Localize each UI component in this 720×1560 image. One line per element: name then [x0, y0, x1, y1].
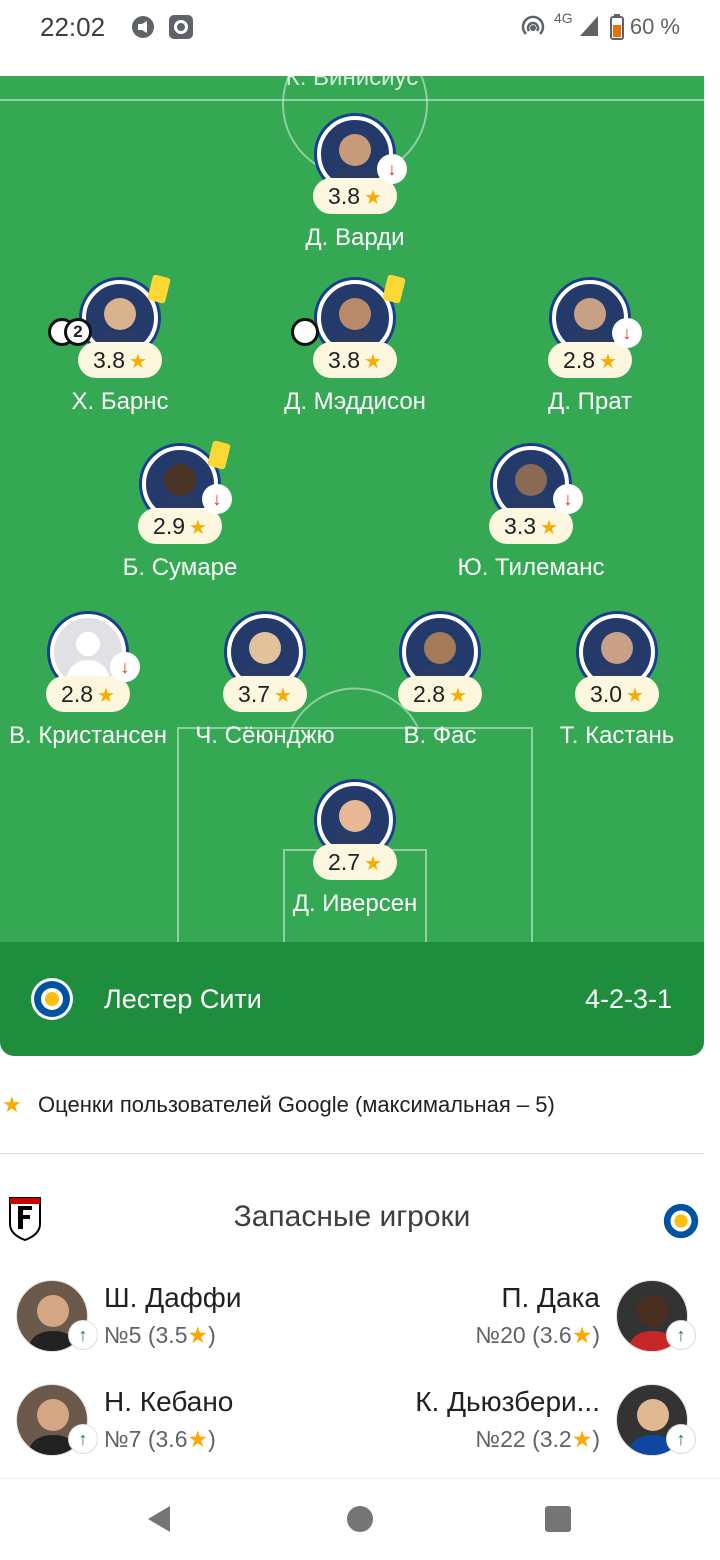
- substitute-item[interactable]: ↑ П. Дака №20 (3.6★): [352, 1280, 704, 1360]
- substituted-off-icon: ↓: [377, 154, 407, 184]
- substituted-off-icon: ↓: [612, 318, 642, 348]
- player-name: Д. Иверсен: [292, 890, 418, 917]
- back-icon[interactable]: [144, 1503, 176, 1540]
- goals-count-badge: 2: [64, 318, 92, 346]
- leicester-crest-icon: [660, 1200, 702, 1247]
- substituted-on-icon: ↑: [666, 1320, 696, 1350]
- formation: 4-2-3-1: [584, 984, 672, 1014]
- substitute-name: Ш. Даффи: [104, 1282, 242, 1313]
- substitute-item[interactable]: ↑ К. Дьюзбери... №22 (3.2★): [352, 1384, 704, 1464]
- player-name: Ю. Тилеманс: [457, 554, 605, 581]
- notification-icon: [130, 14, 156, 45]
- player-rating: 3.3 ★: [489, 508, 573, 544]
- player-name: Х. Барнс: [71, 388, 169, 415]
- substitute-name: К. Дьюзбери...: [415, 1386, 600, 1417]
- star-icon: ★: [540, 517, 558, 539]
- star-icon: ★: [599, 351, 617, 373]
- star-icon: ★: [2, 1092, 22, 1117]
- clock: 22:02: [40, 12, 106, 42]
- player-name: Д. Мэддисон: [284, 388, 426, 415]
- substituted-on-icon: ↑: [666, 1424, 696, 1454]
- player-rating: 2.8 ★: [548, 342, 632, 378]
- substituted-off-icon: ↓: [202, 484, 232, 514]
- team-name: Лестер Сити: [104, 984, 262, 1014]
- star-icon: ★: [626, 685, 644, 707]
- player-rating: 2.9 ★: [138, 508, 222, 544]
- signal-icon: [578, 14, 600, 43]
- substitute-item[interactable]: ↑ Н. Кебано №7 (3.6★): [0, 1384, 352, 1464]
- player-name: Б. Сумаре: [122, 554, 238, 581]
- hotspot-icon: [520, 14, 546, 45]
- home-icon[interactable]: [346, 1505, 374, 1538]
- substituted-on-icon: ↑: [68, 1320, 98, 1350]
- partial-player-label: К. Винисиус: [285, 76, 419, 91]
- player-rating: 2.7 ★: [313, 844, 397, 880]
- substitute-item[interactable]: ↑ Ш. Даффи №5 (3.5★): [0, 1280, 352, 1360]
- rating-legend: ★ Оценки пользователей Google (максималь…: [0, 1090, 720, 1124]
- player-rating: 2.8 ★: [398, 676, 482, 712]
- player-name: Т. Кастань: [559, 722, 675, 749]
- substituted-off-icon: ↓: [553, 484, 583, 514]
- recents-icon[interactable]: [544, 1505, 572, 1538]
- star-icon: ★: [449, 685, 467, 707]
- substitute-number-rating: №22 (3.2★): [475, 1426, 600, 1452]
- player-rating: 3.7 ★: [223, 676, 307, 712]
- substituted-off-icon: ↓: [110, 652, 140, 682]
- star-icon: ★: [364, 187, 382, 209]
- player-rating: 3.8 ★: [313, 178, 397, 214]
- star-icon: ★: [364, 351, 382, 373]
- pitch: К. Винисиус 3.8 ★ Д. Варди ↓ 3.8 ★ Х. Барнс…: [0, 76, 704, 942]
- star-icon: ★: [97, 685, 115, 707]
- legend-text: Оценки пользователей Google (максимальна…: [38, 1092, 555, 1117]
- battery-icon: [610, 14, 624, 45]
- team-bar[interactable]: Лестер Сити 4-2-3-1: [0, 942, 704, 1056]
- player-name: Д. Варди: [305, 224, 405, 251]
- star-icon: ★: [364, 853, 382, 875]
- star-icon: ★: [129, 351, 147, 373]
- substitute-number-rating: №5 (3.5★): [104, 1322, 216, 1348]
- player-rating: 2.8 ★: [46, 676, 130, 712]
- star-icon: ★: [274, 685, 292, 707]
- battery-level: 60 %: [629, 14, 680, 39]
- substitute-number-rating: №7 (3.6★): [104, 1426, 216, 1452]
- substituted-on-icon: ↑: [68, 1424, 98, 1454]
- player-rating: 3.8 ★: [78, 342, 162, 378]
- substitute-number-rating: №20 (3.6★): [475, 1322, 600, 1348]
- star-icon: ★: [189, 517, 207, 539]
- substitute-name: П. Дака: [501, 1282, 600, 1313]
- player-rating: 3.0 ★: [575, 676, 659, 712]
- status-bar: 22:02 4G 60 %: [0, 0, 720, 56]
- leicester-crest-icon: [30, 977, 74, 1021]
- system-nav-bar: [0, 1478, 720, 1560]
- divider: [0, 1153, 704, 1154]
- substitutes-header: Запасные игроки: [0, 1196, 704, 1246]
- substitute-name: Н. Кебано: [104, 1386, 234, 1417]
- goal-ball-icon: [291, 318, 319, 346]
- network-type: 4G: [554, 10, 573, 26]
- record-icon: [168, 14, 194, 45]
- player-name: Д. Прат: [548, 388, 632, 415]
- substitutes-title: Запасные игроки: [233, 1200, 471, 1233]
- player-rating: 3.8 ★: [313, 342, 397, 378]
